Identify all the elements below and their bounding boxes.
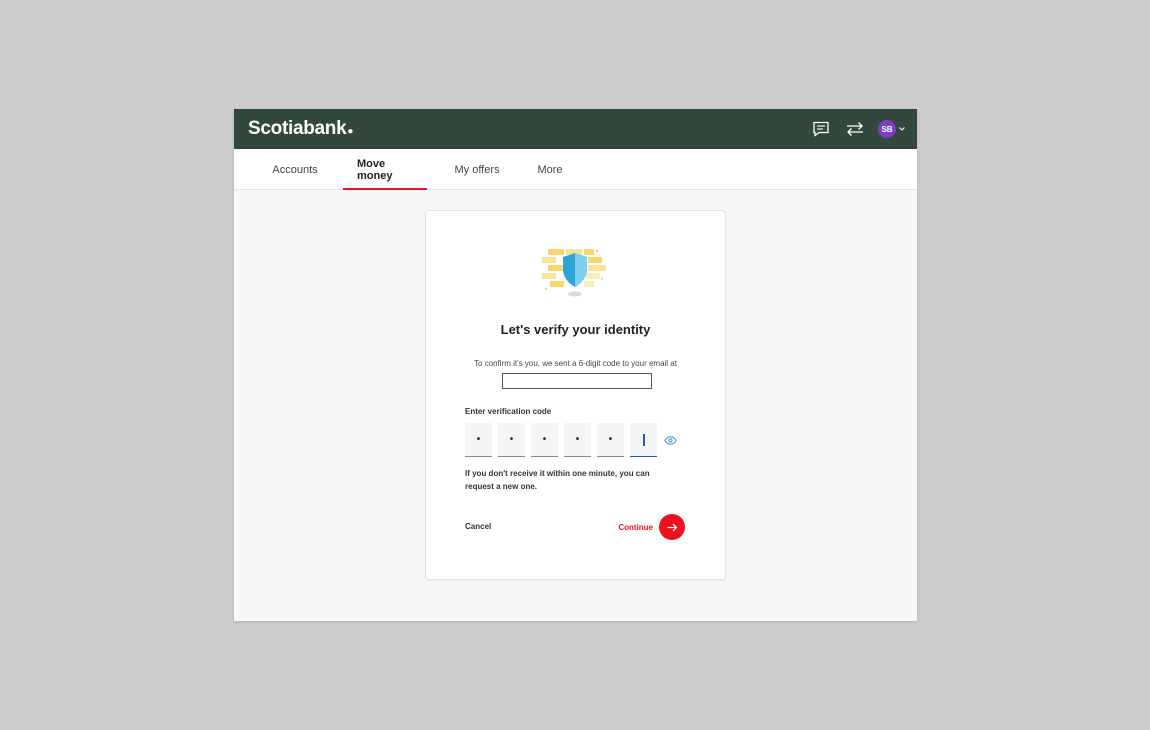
- chevron-down-icon: [899, 127, 905, 131]
- text-cursor: [642, 433, 645, 446]
- code-input-group: • • • • •: [465, 423, 677, 457]
- main-nav: Accounts Move money My offers More: [234, 149, 917, 190]
- tab-accounts[interactable]: Accounts: [247, 149, 343, 190]
- app-window: Scotiabank● SB Accounts Move money My of…: [234, 109, 917, 621]
- code-digit-6[interactable]: [630, 423, 657, 457]
- code-label: Enter verification code: [465, 407, 552, 416]
- code-digit-3[interactable]: •: [531, 423, 558, 457]
- cancel-button[interactable]: Cancel: [465, 522, 491, 531]
- code-digit-1[interactable]: •: [465, 423, 492, 457]
- page-title: Let's verify your identity: [500, 322, 651, 337]
- resend-hint: If you don't receive it within one minut…: [465, 469, 650, 491]
- tab-my-offers[interactable]: My offers: [427, 149, 527, 190]
- verify-card: Let's verify your identity To confirm it…: [425, 210, 726, 580]
- code-digit-2[interactable]: •: [498, 423, 525, 457]
- code-digit-4[interactable]: •: [564, 423, 591, 457]
- verification-description: To confirm it's you, we sent a 6-digit c…: [474, 359, 677, 368]
- continue-label: Continue: [618, 522, 653, 532]
- chat-icon[interactable]: [810, 118, 832, 140]
- security-shield-illustration: [540, 247, 610, 303]
- email-display-field: [502, 373, 652, 389]
- scotiabank-logo[interactable]: Scotiabank●: [248, 118, 353, 140]
- top-bar: Scotiabank● SB: [234, 109, 917, 149]
- avatar: SB: [878, 120, 896, 138]
- arrow-right-icon: [659, 514, 685, 540]
- code-digit-5[interactable]: •: [597, 423, 624, 457]
- logo-text: Scotiabank: [248, 118, 347, 139]
- tab-move-money[interactable]: Move money: [343, 149, 427, 190]
- continue-button[interactable]: Continue: [618, 514, 685, 540]
- profile-menu[interactable]: SB: [878, 120, 905, 138]
- tab-more[interactable]: More: [527, 149, 573, 190]
- show-code-eye-icon[interactable]: [663, 433, 677, 447]
- transfer-icon[interactable]: [844, 118, 866, 140]
